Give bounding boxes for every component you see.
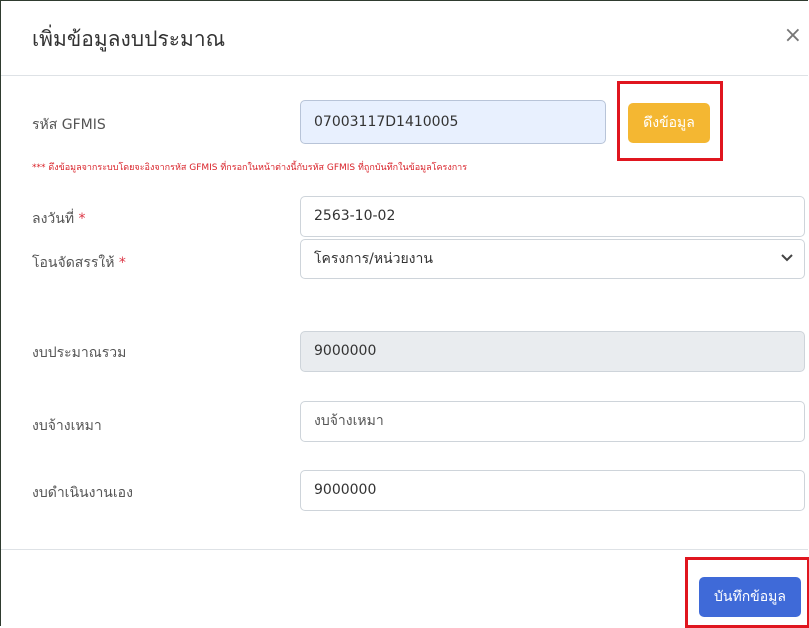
transfer-label-text: โอนจัดสรรให้ — [32, 255, 115, 271]
self-budget-input[interactable]: 9000000 — [300, 470, 805, 511]
total-budget-input: 9000000 — [300, 331, 805, 372]
gfmis-input[interactable]: 07003117D1410005 — [300, 100, 606, 144]
date-input[interactable]: 2563-10-02 — [300, 196, 805, 237]
required-mark: * — [118, 255, 126, 271]
transfer-selected-value: โครงการ/หน่วยงาน — [314, 251, 433, 267]
footer-divider — [1, 549, 808, 550]
required-mark: * — [78, 211, 86, 227]
date-label: ลงวันที่ * — [32, 208, 86, 230]
date-label-text: ลงวันที่ — [32, 211, 75, 227]
gfmis-label: รหัส GFMIS — [32, 117, 106, 133]
close-icon[interactable]: × — [784, 25, 802, 47]
chevron-down-icon — [781, 254, 793, 262]
transfer-select[interactable]: โครงการ/หน่วยงาน — [300, 239, 805, 279]
outsource-budget-input[interactable]: งบจ้างเหมา — [300, 401, 805, 442]
outsource-budget-label: งบจ้างเหมา — [32, 418, 102, 434]
self-budget-label: งบดำเนินงานเอง — [32, 485, 133, 501]
modal-header: เพิ่มข้อมูลงบประมาณ × — [1, 1, 808, 76]
total-budget-label: งบประมาณรวม — [32, 345, 127, 361]
modal-title: เพิ่มข้อมูลงบประมาณ — [32, 27, 226, 51]
save-button-highlight — [685, 557, 809, 628]
transfer-label: โอนจัดสรรให้ * — [32, 252, 126, 274]
gfmis-warning-text: *** ดึงข้อมูลจากระบบโดยจะอิงจากรหัส GFMI… — [32, 163, 468, 173]
add-budget-modal: เพิ่มข้อมูลงบประมาณ × รหัส GFMIS 0700311… — [0, 0, 809, 628]
fetch-button-highlight — [617, 81, 723, 161]
